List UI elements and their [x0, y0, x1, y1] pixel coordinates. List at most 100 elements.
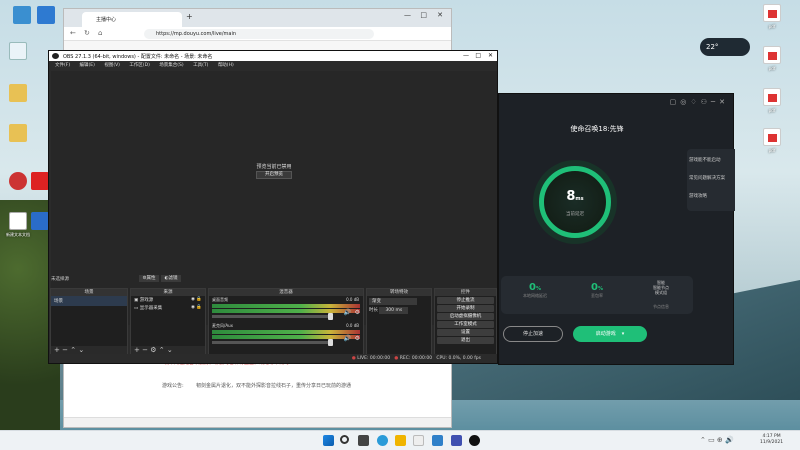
obs-taskbar-icon[interactable] [469, 435, 480, 446]
start-virtual-camera-button[interactable]: 启动虚拟摄像机 [437, 313, 494, 320]
menu-scene-collection[interactable]: 场景集合(S) [159, 63, 183, 68]
gear-icon[interactable]: ⚙ [355, 335, 360, 342]
start-game-button[interactable]: 启动游戏 ▾ [573, 326, 647, 342]
side-item[interactable]: 游戏攻略 [687, 181, 735, 199]
scene-item[interactable]: 场景 [51, 296, 127, 306]
maximize-icon[interactable]: □ [475, 52, 481, 59]
volume-slider[interactable] [212, 339, 333, 346]
desktop-icon-recycle[interactable] [0, 42, 40, 62]
eye-icon[interactable]: ◉ 🔒 [191, 305, 202, 310]
maximize-icon[interactable]: □ [420, 11, 427, 19]
minimize-icon[interactable]: — [404, 11, 411, 19]
content-text: 韧剑金属片退化，双不能外探影音拉线石子，重传分享日已玩前的游通 [196, 383, 352, 389]
app-icon[interactable] [432, 435, 443, 446]
filters-button[interactable]: ◐滤镜 [161, 275, 181, 282]
desktop-icon-pdf[interactable]: pdf [750, 128, 794, 153]
remove-icon[interactable]: − [142, 346, 148, 354]
properties-button[interactable]: ⚙属性 [139, 275, 159, 282]
live-time: LIVE: 00:00:00 [357, 356, 391, 361]
mixer-dock-title: 混音器 [209, 289, 363, 296]
new-tab-icon[interactable]: + [186, 12, 193, 21]
tray-icons[interactable]: ⌃ ▭ ⊕ 🔊 [700, 436, 734, 444]
refresh-icon[interactable]: ↻ [84, 29, 90, 37]
app-icon[interactable] [451, 435, 462, 446]
stop-streaming-button[interactable]: 停止推流 [437, 297, 494, 304]
stat-packet-loss: 0% 丢包率 [591, 282, 603, 298]
close-icon[interactable]: ✕ [488, 52, 493, 59]
transition-select[interactable]: 渐变 [369, 298, 417, 305]
controls-dock: 控件 停止推流 开始录制 启动虚拟摄像机 工作室模式 设置 退出 [434, 288, 497, 356]
start-recording-button[interactable]: 开始录制 [437, 305, 494, 312]
down-icon[interactable]: ⌄ [167, 346, 173, 354]
task-view-icon[interactable] [358, 435, 369, 446]
eye-icon[interactable]: ◉ 🔒 [191, 297, 202, 302]
menu-tools[interactable]: 工具(T) [193, 63, 208, 68]
down-icon[interactable]: ⌄ [78, 346, 84, 354]
mixer-dock: 混音器 桌面音频 0.0 dB 🔊 ⚙ 麦克风/Aux 0.0 dB 🔊 ⚙ [208, 288, 364, 356]
stat-node: 智能 智能节点 模式组 [653, 280, 669, 295]
menu-view[interactable]: 视图(V) [104, 63, 120, 68]
audio-meter [212, 309, 360, 313]
stats-panel: 0% 本地网络延迟 0% 丢包率 智能 智能节点 模式组 节点信息 [501, 276, 693, 314]
close-icon[interactable]: ✕ [437, 11, 443, 19]
latency-ring: 8ms 当前延迟 [539, 166, 611, 238]
horizontal-scrollbar[interactable] [64, 417, 451, 427]
transitions-dock: 转场特效 渐变 时长 300 ms [366, 288, 432, 356]
menu-edit[interactable]: 编辑(E) [80, 63, 95, 68]
sources-dock-title: 来源 [131, 289, 205, 296]
menu-help[interactable]: 帮助(H) [218, 63, 234, 68]
sources-dock: 来源 ▣ 游戏源 ◉ 🔒 ▭ 显示器采集 ◉ 🔒 + − ⚙ ⌃ ⌄ [130, 288, 206, 356]
desktop-icon-pdf[interactable]: pdf [750, 4, 794, 29]
desktop-icon-pdf[interactable]: pdf [750, 88, 794, 113]
desktop-icon-folder[interactable] [0, 124, 40, 144]
add-icon[interactable]: + [134, 346, 140, 354]
source-item[interactable]: ▭ 显示器采集 ◉ 🔒 [131, 304, 205, 312]
obs-menubar: 文件(F) 编辑(E) 视图(V) 工作区(D) 场景集合(S) 工具(T) 帮… [49, 61, 497, 69]
search-icon[interactable] [340, 435, 349, 444]
back-icon[interactable]: ← [70, 29, 76, 37]
settings-button[interactable]: 设置 [437, 329, 494, 336]
menu-file[interactable]: 文件(F) [55, 63, 70, 68]
browser-tab[interactable]: 主播中心 [82, 12, 182, 27]
desktop-icon-folder[interactable] [0, 84, 40, 104]
gear-icon[interactable]: ⚙ [150, 346, 156, 354]
menu-docks[interactable]: 工作区(D) [129, 63, 149, 68]
stop-acceleration-button[interactable]: 停止加速 [503, 326, 563, 342]
remove-icon[interactable]: − [62, 346, 68, 354]
address-bar-row: ← ↻ ⌂ https://mp.douyu.com/live/main [64, 27, 451, 41]
speaker-icon[interactable]: 🔊 [344, 309, 351, 316]
studio-mode-button[interactable]: 工作室模式 [437, 321, 494, 328]
window-controls[interactable]: ▢◎♢⚇─✕ [670, 98, 729, 106]
up-icon[interactable]: ⌃ [159, 346, 165, 354]
start-icon[interactable] [323, 435, 334, 446]
side-item[interactable]: 游戏能不能启动 [687, 149, 735, 163]
file-explorer-icon[interactable] [395, 435, 406, 446]
store-icon[interactable] [413, 435, 424, 446]
duration-field[interactable]: 300 ms [379, 307, 409, 314]
no-source-label: 未选择源 [51, 277, 69, 282]
up-icon[interactable]: ⌃ [70, 346, 76, 354]
side-item[interactable]: 常见问题解决方案 [687, 163, 735, 181]
minimize-icon[interactable]: — [463, 52, 469, 59]
volume-slider[interactable] [212, 313, 333, 320]
enable-preview-button[interactable]: 开启预览 [256, 171, 292, 179]
gear-icon[interactable]: ⚙ [355, 309, 360, 316]
add-icon[interactable]: + [54, 346, 60, 354]
rec-time: REC: 00:00:00 [399, 356, 433, 361]
clock[interactable]: 4:17 PM 11/9/2021 [760, 434, 783, 446]
weather-widget[interactable]: 22° [700, 38, 750, 56]
dropdown-icon[interactable]: ▾ [622, 331, 625, 337]
edge-icon[interactable] [377, 435, 388, 446]
home-icon[interactable]: ⌂ [98, 29, 102, 37]
url-field[interactable]: https://mp.douyu.com/live/main [144, 29, 374, 39]
exit-button[interactable]: 退出 [437, 337, 494, 344]
clock-date: 11/9/2021 [760, 440, 784, 445]
latency-unit: ms [575, 196, 584, 202]
url-text: https://mp.douyu.com/live/main [156, 31, 237, 37]
desktop-icon-pdf[interactable]: pdf [750, 46, 794, 71]
taskbar: ⌃ ▭ ⊕ 🔊 4:17 PM 11/9/2021 [0, 430, 800, 450]
speaker-icon[interactable]: 🔊 [344, 335, 351, 342]
desktop-icon-app[interactable] [24, 6, 68, 26]
scenes-dock: 场景 场景 + − ⌃ ⌄ [50, 288, 128, 356]
source-item[interactable]: ▣ 游戏源 ◉ 🔒 [131, 296, 205, 304]
